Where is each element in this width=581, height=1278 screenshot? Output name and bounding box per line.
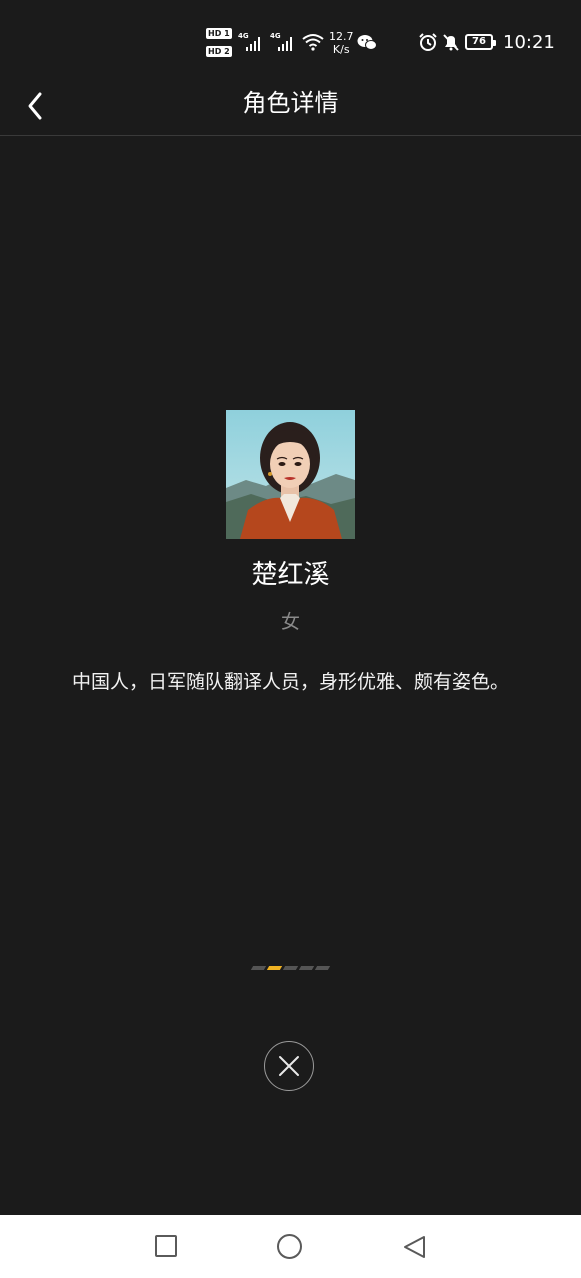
header: 角色详情 [0, 80, 581, 136]
status-bar: HD 1 HD 2 4G 4G 12.7 K/s 76 10:21 [0, 0, 581, 80]
close-icon [279, 1056, 299, 1076]
alarm-icon [419, 33, 437, 51]
net-speed-value: 12.7 [329, 30, 354, 43]
home-button[interactable] [277, 1234, 302, 1259]
signal-icon-2: 4G [270, 32, 296, 52]
page-indicator [250, 966, 331, 971]
page-dot [250, 966, 267, 970]
system-nav-bar [0, 1215, 581, 1278]
close-button[interactable] [264, 1041, 314, 1091]
net-speed: 12.7 K/s [329, 30, 354, 56]
battery-level: 76 [472, 36, 486, 47]
nav-back-button[interactable] [402, 1234, 428, 1260]
wifi-icon [302, 34, 324, 51]
battery-icon: 76 [465, 34, 496, 50]
mute-bell-icon [443, 34, 459, 51]
net-speed-unit: K/s [332, 43, 350, 56]
signal-icon-1: 4G [238, 32, 264, 52]
status-time: 10:21 [503, 32, 555, 53]
page-dot-active [266, 966, 283, 970]
wechat-icon [357, 35, 377, 50]
character-name: 楚红溪 [251, 560, 330, 590]
recent-apps-button[interactable] [155, 1235, 177, 1257]
character-avatar [226, 410, 355, 539]
page-title: 角色详情 [242, 89, 339, 117]
page-dot [282, 966, 299, 970]
hd-badge-1: HD 1 [206, 28, 232, 39]
hd-badge-2: HD 2 [206, 46, 232, 57]
page-dot [298, 966, 315, 970]
character-gender: 女 [280, 611, 300, 633]
character-description: 中国人，日军随队翻译人员，身形优雅、颇有姿色。 [71, 671, 509, 693]
page-dot [314, 966, 331, 970]
